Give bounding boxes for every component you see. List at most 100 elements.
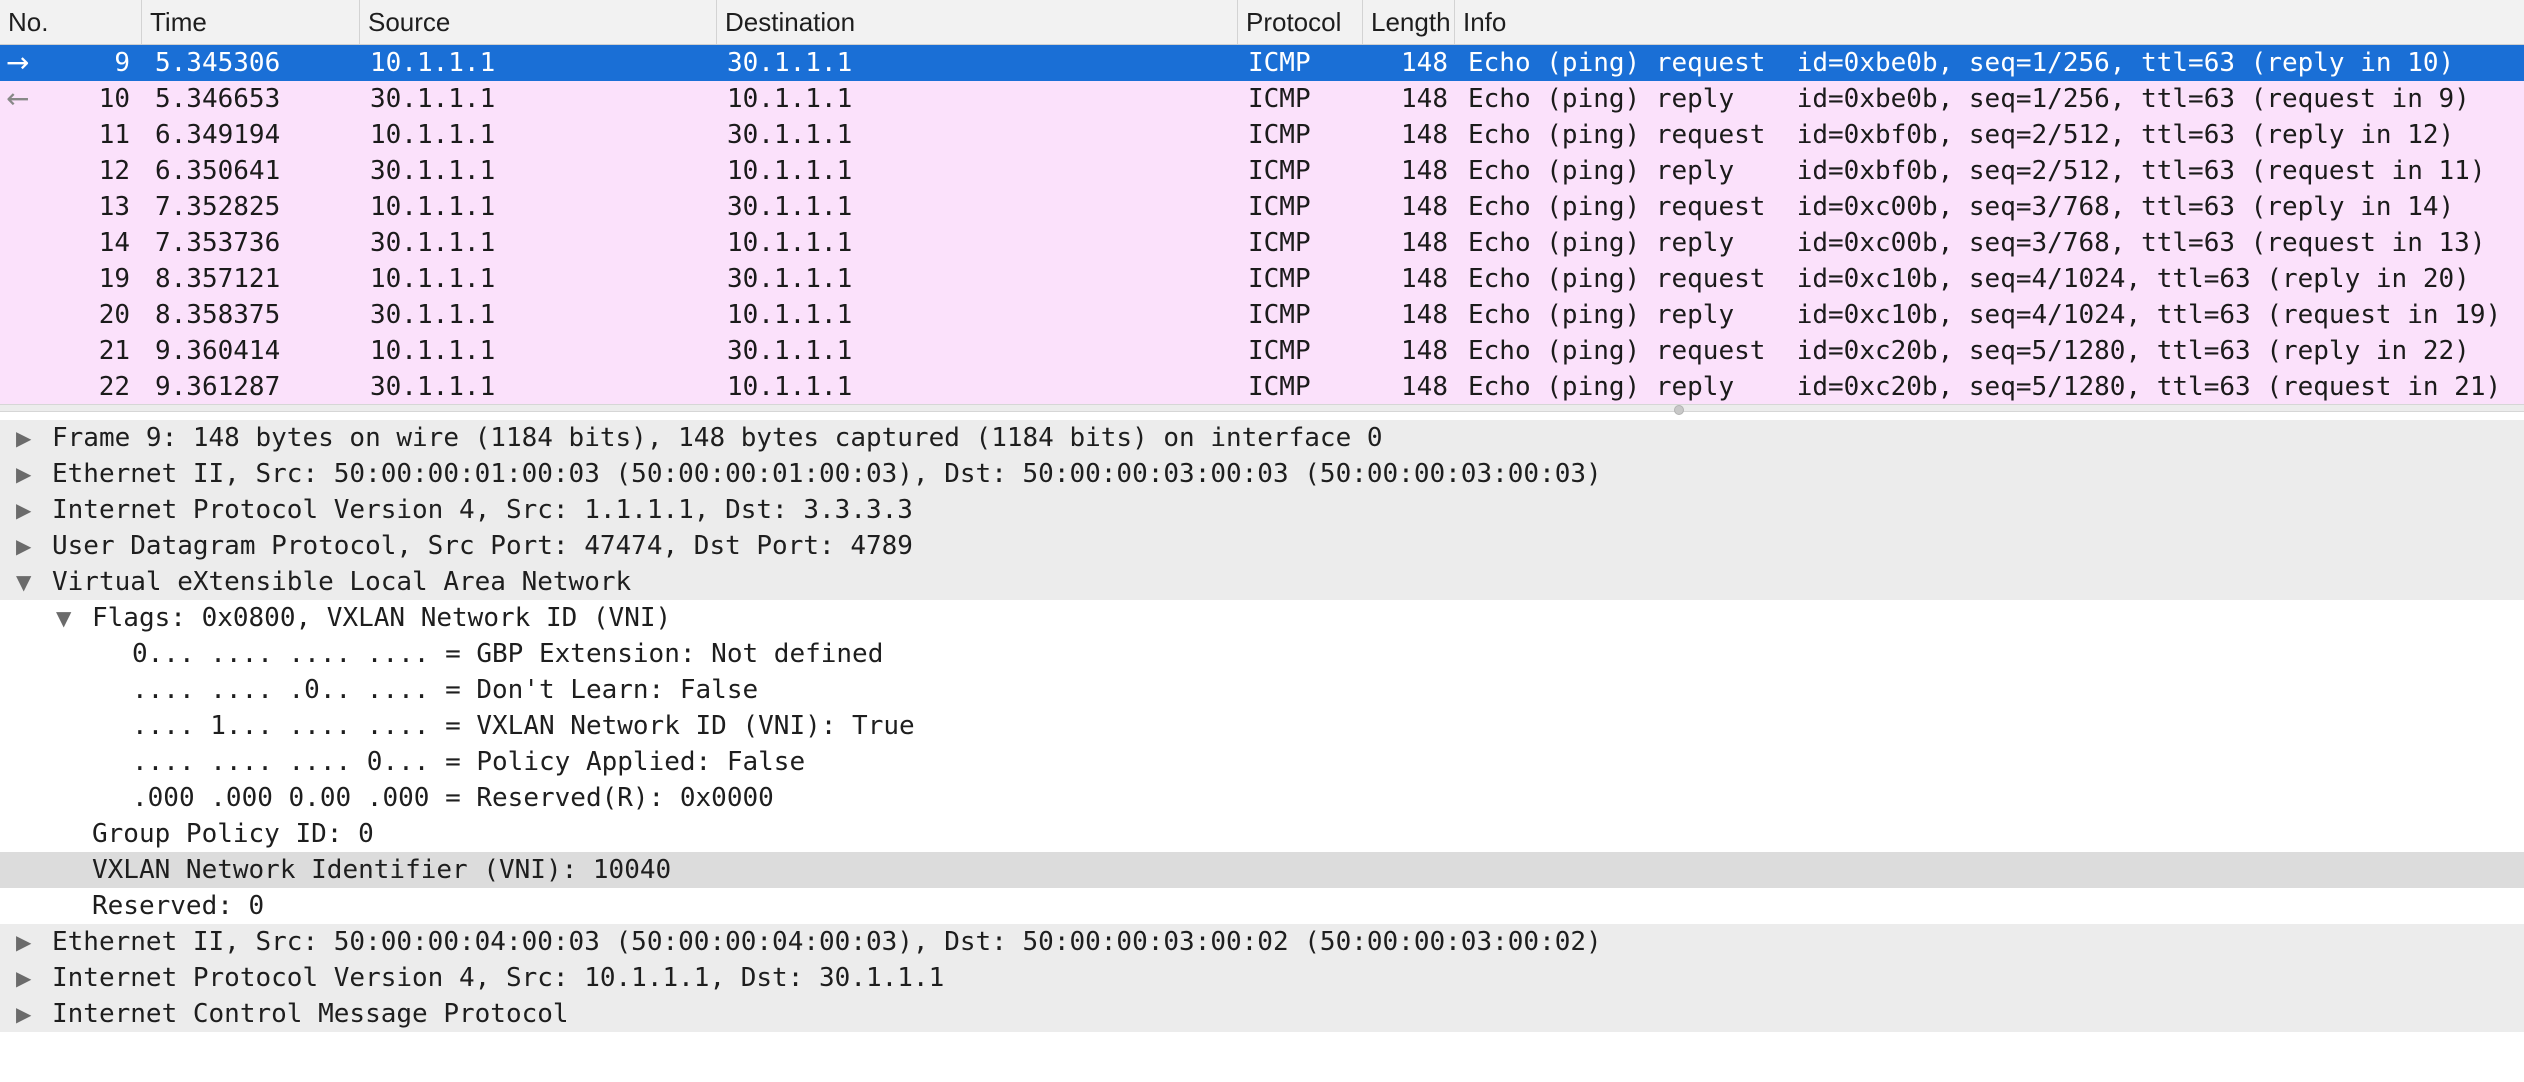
column-header-destination[interactable]: Destination [717, 0, 1238, 44]
triangle-right-icon[interactable]: ▶ [16, 456, 31, 492]
cell-destination: 10.1.1.1 [727, 372, 853, 402]
tree-node[interactable]: Reserved: 0 [0, 888, 2524, 924]
triangle-down-icon[interactable]: ▼ [56, 600, 71, 636]
tree-node[interactable]: ▶ Internet Control Message Protocol [0, 996, 2524, 1032]
packet-details-tree[interactable]: ▶ Frame 9: 148 bytes on wire (1184 bits),… [0, 420, 2524, 1082]
cell-length: 148 [1401, 156, 1448, 186]
cell-protocol: ICMP [1248, 264, 1311, 294]
column-header-info[interactable]: Info [1455, 0, 2524, 44]
cell-length: 148 [1401, 336, 1448, 366]
triangle-right-icon[interactable]: ▶ [16, 492, 31, 528]
tree-node[interactable]: Group Policy ID: 0 [0, 816, 2524, 852]
cell-protocol: ICMP [1248, 84, 1311, 114]
cell-no: 12 [98, 156, 130, 186]
cell-no: 10 [98, 84, 130, 114]
tree-node[interactable]: ▼ Flags: 0x0800, VXLAN Network ID (VNI) [0, 600, 2524, 636]
tree-node-label: Ethernet II, Src: 50:00:00:04:00:03 (50:… [52, 927, 1602, 957]
tree-node-label: Frame 9: 148 bytes on wire (1184 bits), … [52, 423, 1383, 453]
cell-source: 10.1.1.1 [370, 192, 496, 222]
cell-source: 30.1.1.1 [370, 156, 496, 186]
tree-node[interactable]: ▶ User Datagram Protocol, Src Port: 47474… [0, 528, 2524, 564]
cell-source: 30.1.1.1 [370, 228, 496, 258]
splitter-handle[interactable] [1674, 405, 1684, 415]
packet-list[interactable]: No. Time Source Destination Protocol Len… [0, 0, 2524, 406]
cell-source: 10.1.1.1 [370, 336, 496, 366]
triangle-right-icon[interactable]: ▶ [16, 528, 31, 564]
tree-node[interactable]: ▶ Ethernet II, Src: 50:00:00:01:00:03 (50… [0, 456, 2524, 492]
cell-protocol: ICMP [1248, 48, 1311, 78]
cell-source: 30.1.1.1 [370, 372, 496, 402]
tree-node-label: Group Policy ID: 0 [92, 819, 374, 849]
packet-row[interactable]: 14 7.353736 30.1.1.1 10.1.1.1 ICMP 148 Echo (p… [0, 225, 2524, 261]
column-header-source[interactable]: Source [360, 0, 717, 44]
triangle-right-icon[interactable]: ▶ [16, 924, 31, 960]
cell-protocol: ICMP [1248, 156, 1311, 186]
cell-time: 6.349194 [155, 120, 281, 150]
packet-row[interactable]: 19 8.357121 10.1.1.1 30.1.1.1 ICMP 148 Echo (p… [0, 261, 2524, 297]
packet-row[interactable]: 22 9.361287 30.1.1.1 10.1.1.1 ICMP 148 Echo (p… [0, 369, 2524, 405]
cell-protocol: ICMP [1248, 120, 1311, 150]
cell-protocol: ICMP [1248, 192, 1311, 222]
triangle-right-icon[interactable]: ▶ [16, 420, 31, 456]
tree-node-label: Internet Control Message Protocol [52, 999, 569, 1029]
tree-node-label: Reserved: 0 [92, 891, 265, 921]
cell-destination: 10.1.1.1 [727, 84, 853, 114]
tree-node[interactable]: ▶ Frame 9: 148 bytes on wire (1184 bits),… [0, 420, 2524, 456]
cell-length: 148 [1401, 264, 1448, 294]
packet-row[interactable]: 11 6.349194 10.1.1.1 30.1.1.1 ICMP 148 Echo (p… [0, 117, 2524, 153]
cell-no: 22 [98, 372, 130, 402]
cell-info: Echo (ping) reply id=0xc20b, seq=5/1280,… [1468, 372, 2502, 402]
cell-protocol: ICMP [1248, 300, 1311, 330]
cell-time: 5.346653 [155, 84, 281, 114]
cell-protocol: ICMP [1248, 372, 1311, 402]
cell-no: 11 [98, 120, 130, 150]
triangle-right-icon[interactable]: ▶ [16, 996, 31, 1032]
cell-no: 21 [98, 336, 130, 366]
tree-node[interactable]: ▶ Internet Protocol Version 4, Src: 10.1.… [0, 960, 2524, 996]
cell-info: Echo (ping) reply id=0xc00b, seq=3/768, … [1468, 228, 2486, 258]
cell-source: 30.1.1.1 [370, 84, 496, 114]
pane-splitter[interactable] [0, 404, 2524, 415]
tree-node[interactable]: ▶ Ethernet II, Src: 50:00:00:04:00:03 (50… [0, 924, 2524, 960]
tree-node[interactable]: .000 .000 0.00 .000 = Reserved(R): 0x000… [0, 780, 2524, 816]
cell-time: 6.350641 [155, 156, 281, 186]
cell-time: 9.361287 [155, 372, 281, 402]
column-header-length[interactable]: Length [1363, 0, 1455, 44]
tree-node-label: Internet Protocol Version 4, Src: 1.1.1.… [52, 495, 913, 525]
triangle-down-icon[interactable]: ▼ [16, 564, 31, 600]
column-header-no[interactable]: No. [0, 0, 142, 44]
tree-node-label: .000 .000 0.00 .000 = Reserved(R): 0x000… [132, 783, 774, 813]
cell-time: 8.357121 [155, 264, 281, 294]
column-header-protocol[interactable]: Protocol [1238, 0, 1363, 44]
cell-source: 30.1.1.1 [370, 300, 496, 330]
cell-source: 10.1.1.1 [370, 264, 496, 294]
cell-info: Echo (ping) request id=0xc00b, seq=3/768… [1468, 192, 2455, 222]
tree-node[interactable]: .... .... .0.. .... = Don't Learn: False [0, 672, 2524, 708]
triangle-right-icon[interactable]: ▶ [16, 960, 31, 996]
packet-row[interactable]: → 9 5.345306 10.1.1.1 30.1.1.1 ICMP 148 Echo (p… [0, 45, 2524, 81]
cell-info: Echo (ping) request id=0xbf0b, seq=2/512… [1468, 120, 2455, 150]
column-header-time[interactable]: Time [142, 0, 360, 44]
cell-info: Echo (ping) request id=0xc10b, seq=4/102… [1468, 264, 2470, 294]
packet-list-header: No. Time Source Destination Protocol Len… [0, 0, 2524, 45]
tree-node[interactable]: .... .... .... 0... = Policy Applied: Fa… [0, 744, 2524, 780]
cell-length: 148 [1401, 48, 1448, 78]
cell-destination: 30.1.1.1 [727, 120, 853, 150]
cell-source: 10.1.1.1 [370, 120, 496, 150]
tree-node[interactable]: ▼ Virtual eXtensible Local Area Network [0, 564, 2524, 600]
packet-row[interactable]: 12 6.350641 30.1.1.1 10.1.1.1 ICMP 148 Echo (p… [0, 153, 2524, 189]
cell-length: 148 [1401, 372, 1448, 402]
tree-node[interactable]: .... 1... .... .... = VXLAN Network ID (… [0, 708, 2524, 744]
packet-row[interactable]: 21 9.360414 10.1.1.1 30.1.1.1 ICMP 148 Echo (p… [0, 333, 2524, 369]
packet-row[interactable]: ← 10 5.346653 30.1.1.1 10.1.1.1 ICMP 148 Echo (… [0, 81, 2524, 117]
cell-protocol: ICMP [1248, 336, 1311, 366]
tree-node-label: Virtual eXtensible Local Area Network [52, 567, 632, 597]
tree-node[interactable]: 0... .... .... .... = GBP Extension: Not… [0, 636, 2524, 672]
tree-node[interactable]: VXLAN Network Identifier (VNI): 10040 [0, 852, 2524, 888]
tree-node[interactable]: ▶ Internet Protocol Version 4, Src: 1.1.1… [0, 492, 2524, 528]
packet-row[interactable]: 20 8.358375 30.1.1.1 10.1.1.1 ICMP 148 Echo (p… [0, 297, 2524, 333]
cell-source: 10.1.1.1 [370, 48, 496, 78]
cell-protocol: ICMP [1248, 228, 1311, 258]
packet-row[interactable]: 13 7.352825 10.1.1.1 30.1.1.1 ICMP 148 Echo (p… [0, 189, 2524, 225]
tree-node-label: .... .... .... 0... = Policy Applied: Fa… [132, 747, 806, 777]
